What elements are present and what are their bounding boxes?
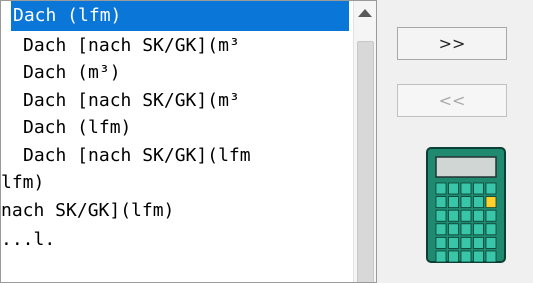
calculator-key (473, 209, 484, 222)
move-prev-button[interactable]: << (397, 84, 507, 117)
calculator-svg (426, 147, 506, 263)
list-item-label: Dach (m³) (23, 62, 121, 83)
calculator-key (435, 250, 447, 263)
calculator-key (460, 196, 472, 208)
list-item[interactable]: ...l. (1, 225, 353, 255)
calculator-key (473, 223, 484, 236)
calculator-key (460, 237, 472, 249)
move-prev-label: << (438, 91, 466, 110)
calculator-key (435, 237, 447, 249)
calculator-key (448, 182, 459, 195)
calculator-key (485, 237, 497, 249)
calculator-key (460, 182, 472, 195)
list-box[interactable]: Dach (lfm) Dach [nach SK/GK](m³ Dach (m³) D… (0, 0, 377, 283)
calculator-key (448, 223, 459, 236)
list-item[interactable]: Dach [nach SK/GK](m³ (1, 31, 353, 61)
move-next-button[interactable]: >> (397, 27, 507, 60)
list-item[interactable]: Dach (m³) (1, 58, 353, 88)
vertical-scrollbar[interactable] (353, 1, 376, 282)
list-item[interactable]: Dach (lfm) (11, 1, 349, 31)
calculator-key (448, 237, 459, 249)
calculator-key (460, 209, 472, 222)
calculator-key (435, 182, 447, 195)
list-item[interactable]: Dach [nach SK/GK](lfm (1, 141, 353, 171)
calculator-key (473, 250, 484, 263)
scroll-thumb[interactable] (357, 41, 374, 282)
list-item[interactable]: lfm) (1, 168, 353, 198)
calculator-key (485, 209, 497, 222)
calculator-key (460, 223, 472, 236)
list-item-label: Dach [nach SK/GK](lfm (23, 145, 251, 166)
list-items: Dach (lfm) Dach [nach SK/GK](m³ Dach (m³) D… (1, 1, 353, 282)
calculator-key (448, 250, 459, 263)
calculator-key (485, 223, 497, 236)
calculator-key (485, 182, 497, 195)
calculator-key (460, 250, 472, 263)
calculator-icon[interactable] (426, 147, 506, 263)
list-item-label: nach SK/GK](lfm) (1, 200, 175, 221)
calculator-key (448, 196, 459, 208)
list-item-label: Dach [nach SK/GK](m³ (23, 90, 240, 111)
calculator-key (485, 196, 497, 208)
list-item-label: lfm) (1, 172, 45, 193)
calculator-key (435, 209, 447, 222)
list-item-label: ...l. (1, 229, 56, 250)
calculator-key (448, 209, 459, 222)
list-item-label: Dach [nach SK/GK](m³ (23, 35, 240, 56)
list-item[interactable]: Dach (lfm) (1, 113, 353, 143)
calculator-key (473, 237, 484, 249)
calculator-key (473, 182, 484, 195)
calculator-key (435, 196, 447, 208)
calculator-key (435, 223, 447, 236)
list-item[interactable]: Dach [nach SK/GK](m³ (1, 86, 353, 116)
list-item-label: Dach (lfm) (13, 5, 122, 26)
move-next-label: >> (438, 34, 466, 53)
calculator-key (473, 196, 484, 208)
calculator-key (485, 250, 497, 263)
scroll-up-arrow-icon[interactable] (358, 9, 372, 17)
list-item[interactable]: nach SK/GK](lfm) (1, 196, 353, 226)
list-item-label: Dach (lfm) (23, 117, 132, 138)
